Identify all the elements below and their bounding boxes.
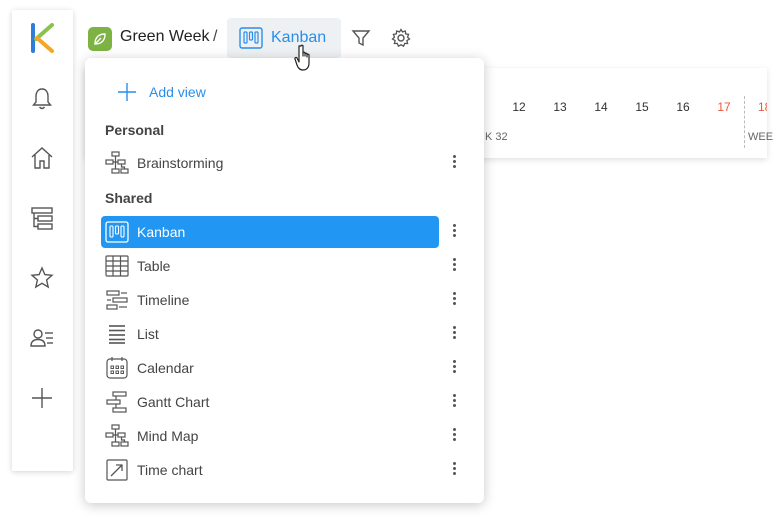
home-icon[interactable] <box>29 145 55 171</box>
view-item-label: Calendar <box>137 360 194 376</box>
view-item-label: Table <box>137 258 171 274</box>
favorites-star-icon[interactable] <box>29 265 55 291</box>
more-options-icon[interactable] <box>445 426 463 446</box>
list-icon <box>105 322 129 346</box>
project-leaf-icon <box>88 27 112 51</box>
mindmap-icon <box>105 151 129 175</box>
view-dropdown-menu: Add view Personal Brainstorming Shared K… <box>85 58 484 503</box>
day-label: 13 <box>553 100 567 114</box>
more-options-icon[interactable] <box>445 153 463 173</box>
filter-icon[interactable] <box>351 28 371 48</box>
day-label: 15 <box>635 100 649 114</box>
add-view-label: Add view <box>149 84 206 100</box>
kanban-icon <box>239 27 263 49</box>
view-item-label: Mind Map <box>137 428 199 444</box>
more-options-icon[interactable] <box>445 290 463 310</box>
view-item-label: Timeline <box>137 292 190 308</box>
view-switcher-button[interactable]: Kanban <box>227 18 341 58</box>
project-name[interactable]: Green Week <box>120 28 210 46</box>
notifications-bell-icon[interactable] <box>29 86 55 112</box>
breadcrumb-separator: / <box>213 28 218 45</box>
contacts-icon[interactable] <box>29 325 55 351</box>
view-item-label: Kanban <box>137 224 186 240</box>
hand-pointer-cursor-icon <box>294 44 310 71</box>
more-options-icon[interactable] <box>445 222 463 242</box>
view-item-mind-map[interactable]: Mind Map <box>101 420 439 452</box>
view-item-label: Gantt Chart <box>137 394 210 410</box>
view-item-calendar[interactable]: Calendar <box>101 352 439 384</box>
view-item-label: Brainstorming <box>137 155 224 171</box>
calendar-icon <box>105 356 129 380</box>
view-item-timeline[interactable]: Timeline <box>101 284 439 316</box>
week-divider <box>744 96 745 148</box>
table-icon <box>105 254 129 278</box>
add-plus-icon[interactable] <box>29 385 55 411</box>
more-options-icon[interactable] <box>445 358 463 378</box>
view-item-label: Time chart <box>137 462 203 478</box>
gantt-icon <box>105 390 129 414</box>
timechart-icon <box>105 458 129 482</box>
view-item-time-chart[interactable]: Time chart <box>101 454 439 486</box>
view-item-brainstorming[interactable]: Brainstorming <box>101 147 439 179</box>
kanban-icon <box>105 220 129 244</box>
more-options-icon[interactable] <box>445 324 463 344</box>
day-label-weekend: 17 <box>717 100 731 114</box>
mindmap-icon <box>105 424 129 448</box>
more-options-icon[interactable] <box>445 460 463 480</box>
view-item-label: List <box>137 326 159 342</box>
section-header-shared: Shared <box>105 190 153 206</box>
more-options-icon[interactable] <box>445 392 463 412</box>
sidebar <box>12 10 73 471</box>
day-label: 12 <box>512 100 526 114</box>
projects-tree-icon[interactable] <box>29 205 55 231</box>
day-label-weekend: 18 <box>758 100 767 114</box>
plus-icon <box>118 83 136 101</box>
view-item-kanban[interactable]: Kanban <box>101 216 439 248</box>
view-item-table[interactable]: Table <box>101 250 439 282</box>
week-label: K 32 <box>485 131 508 143</box>
view-item-list[interactable]: List <box>101 318 439 350</box>
day-label: 14 <box>594 100 608 114</box>
settings-gear-icon[interactable] <box>391 28 411 48</box>
app-logo[interactable] <box>28 22 56 54</box>
day-label: 16 <box>676 100 690 114</box>
week-label: WEE <box>748 131 774 143</box>
more-options-icon[interactable] <box>445 256 463 276</box>
view-item-gantt-chart[interactable]: Gantt Chart <box>101 386 439 418</box>
timeline-icon <box>105 288 129 312</box>
section-header-personal: Personal <box>105 122 165 138</box>
